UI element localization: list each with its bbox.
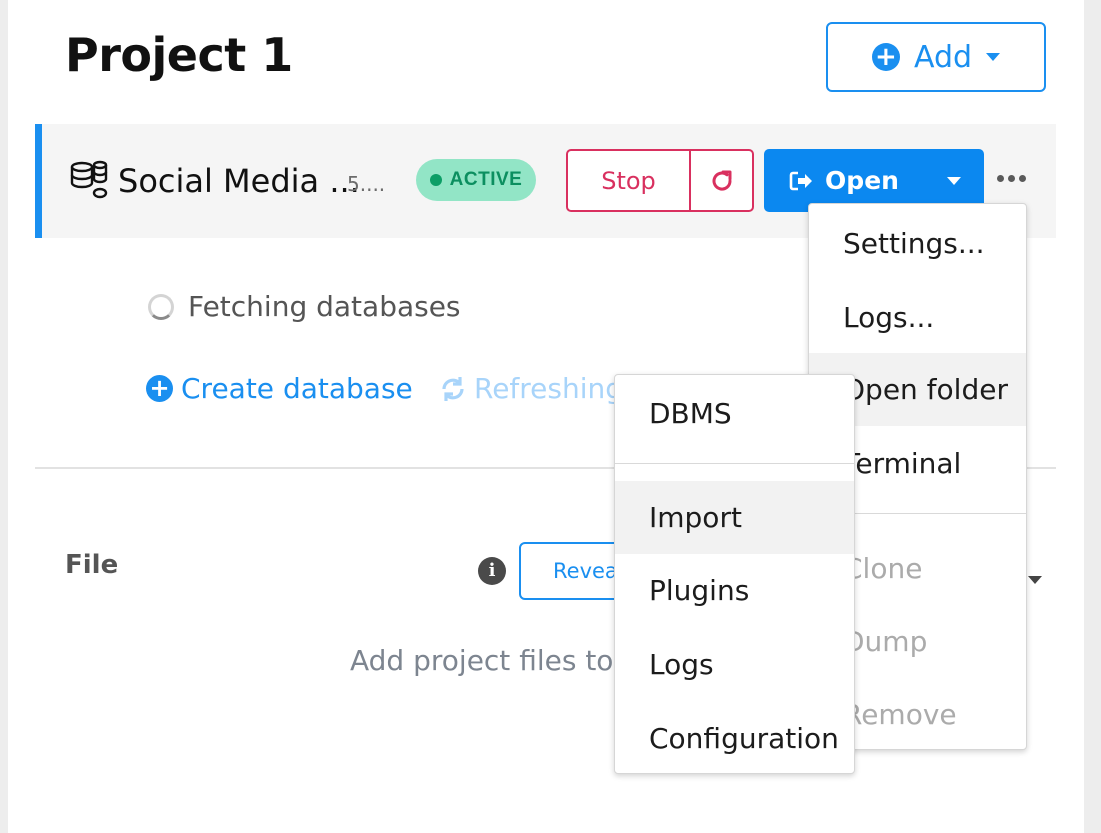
info-icon[interactable]: i [478,557,506,585]
spinner-icon [148,293,174,320]
add-button-label: Add [913,39,973,75]
refresh-button[interactable]: Refreshing [438,372,623,405]
dbms-name: Social Media ... [118,162,360,200]
fetching-text: Fetching databases [188,290,461,323]
submenu-item-configuration[interactable]: Configuration [615,702,854,773]
add-button[interactable]: + Add [826,22,1046,92]
open-button-label: Open [825,166,899,195]
status-dot-icon [429,174,442,186]
files-section-label: File [65,550,119,580]
submenu-item-dbms[interactable]: DBMS [615,377,854,450]
create-database-label: Create database [181,372,413,405]
open-icon [789,171,813,190]
chevron-down-icon [1028,576,1042,584]
submenu-item-import[interactable]: Import [615,481,854,554]
submenu-item-plugins[interactable]: Plugins [615,554,854,627]
stop-button[interactable]: Stop [568,151,691,210]
refresh-label: Refreshing [474,372,624,405]
more-icon [1007,174,1015,182]
status-badge-label: ACTIVE [449,169,523,190]
restart-icon [712,170,732,190]
stop-button-group: Stop [566,149,754,212]
fetching-indicator: Fetching databases [148,290,461,323]
database-icon [69,159,109,206]
menu-item-settings[interactable]: Settings... [809,207,1026,280]
plus-circle-icon: + [871,43,900,71]
page-title: Project 1 [65,28,293,82]
menu-separator [615,463,854,464]
chevron-down-icon [986,53,1001,61]
more-options-button[interactable] [994,168,1028,188]
more-icon [1018,174,1026,182]
open-folder-submenu: DBMS Import Plugins Logs Configuration [614,374,855,774]
restart-button[interactable] [691,151,752,210]
create-database-button[interactable]: + Create database [146,372,413,405]
chevron-down-icon [947,176,961,185]
menu-item-logs[interactable]: Logs... [809,281,1026,354]
refresh-icon [442,376,464,401]
sort-dropdown-toggle[interactable] [1028,565,1042,589]
status-badge: ACTIVE [416,159,536,201]
submenu-item-logs[interactable]: Logs [615,628,854,701]
more-icon [996,174,1004,182]
plus-circle-icon: + [146,375,173,402]
dbms-version: 5.... [347,172,386,196]
